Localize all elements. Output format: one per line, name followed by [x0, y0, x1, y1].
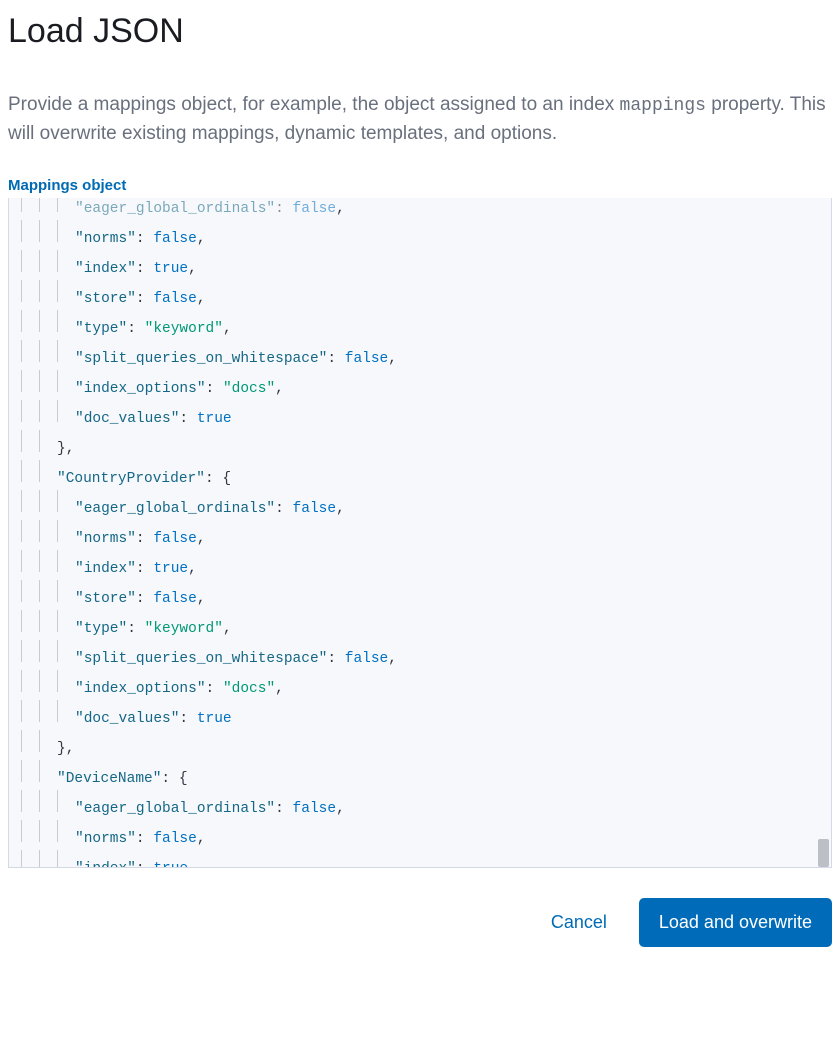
- desc-code: mappings: [620, 96, 706, 116]
- mappings-label: Mappings object: [8, 177, 832, 194]
- scrollbar-thumb[interactable]: [818, 839, 829, 867]
- load-overwrite-button[interactable]: Load and overwrite: [639, 898, 832, 947]
- dialog-footer: Cancel Load and overwrite: [8, 898, 832, 947]
- dialog-description: Provide a mappings object, for example, …: [8, 91, 832, 149]
- cancel-button[interactable]: Cancel: [531, 898, 627, 947]
- code-editor[interactable]: "eager_global_ordinals": false, "norms":…: [8, 198, 832, 868]
- dialog-title: Load JSON: [8, 12, 832, 51]
- desc-lead: Provide a mappings object, for example, …: [8, 94, 620, 115]
